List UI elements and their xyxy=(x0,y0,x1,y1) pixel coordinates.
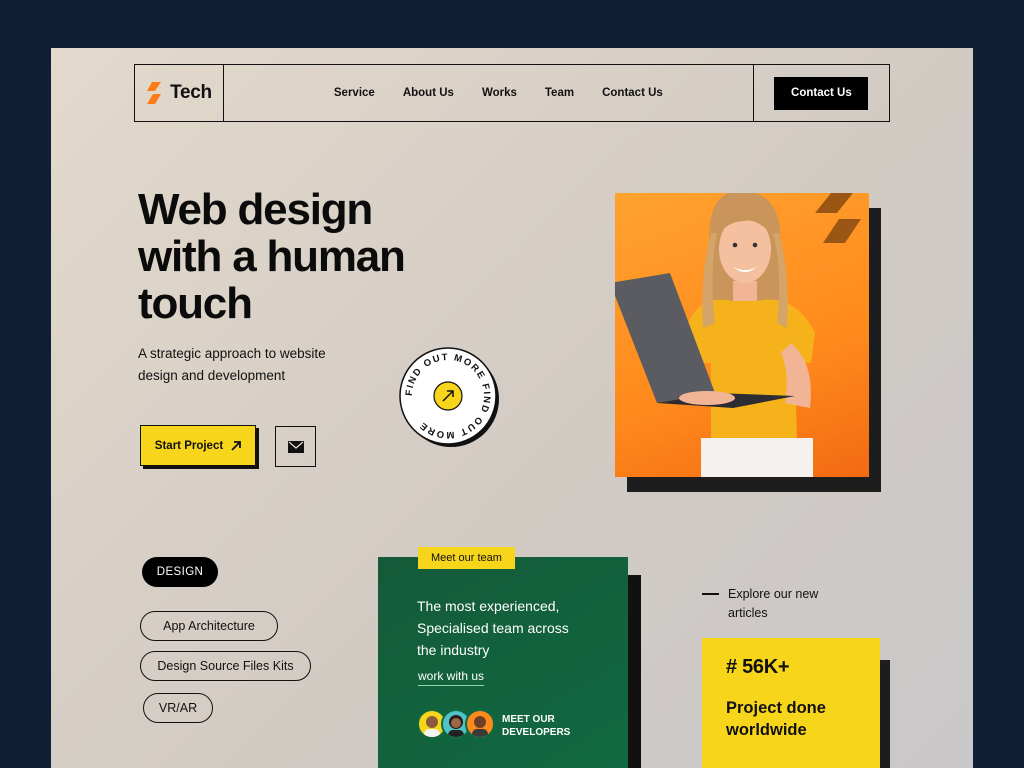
explore-line-2: articles xyxy=(728,606,768,620)
stat-number: # 56K+ xyxy=(726,656,790,678)
explore-line-1: Explore our new xyxy=(728,587,819,601)
tag-app-architecture[interactable]: App Architecture xyxy=(140,611,278,641)
explore-divider xyxy=(702,593,719,595)
developers-line-1: MEET OUR xyxy=(502,714,555,725)
tag-design[interactable]: DESIGN xyxy=(142,557,218,587)
nav-link-about-us[interactable]: About Us xyxy=(403,87,454,99)
explore-articles-link[interactable]: Explore our new articles xyxy=(728,585,838,623)
hero-title: Web design with a human touch xyxy=(138,185,406,328)
team-description: The most experienced, Specialised team a… xyxy=(417,598,569,658)
brand-logo[interactable]: Tech xyxy=(135,65,224,121)
developer-avatars xyxy=(417,709,495,739)
meet-our-team-label: Meet our team xyxy=(418,547,515,569)
nav-link-contact-us[interactable]: Contact Us xyxy=(602,87,663,99)
nav-links: Service About Us Works Team Contact Us xyxy=(224,65,753,121)
brand-name: Tech xyxy=(170,82,212,103)
avatar xyxy=(465,709,495,739)
landing-page: Tech Service About Us Works Team Contact… xyxy=(51,48,973,768)
start-project-label: Start Project xyxy=(154,439,224,452)
start-project-button[interactable]: Start Project xyxy=(140,425,256,466)
nav-link-works[interactable]: Works xyxy=(482,87,517,99)
email-button[interactable] xyxy=(275,426,316,467)
arrow-up-right-icon xyxy=(231,440,242,451)
nav-link-team[interactable]: Team xyxy=(545,87,574,99)
bolt-logo-icon xyxy=(147,82,162,104)
nav-link-service[interactable]: Service xyxy=(334,87,375,99)
nav-cta-cell: Contact Us xyxy=(752,65,889,121)
top-navbar: Tech Service About Us Works Team Contact… xyxy=(134,64,890,122)
envelope-icon xyxy=(287,440,304,453)
hero-subtitle: A strategic approach to website design a… xyxy=(138,346,326,383)
tag-design-source-files[interactable]: Design Source Files Kits xyxy=(140,651,311,681)
developers-line-2: DEVELOPERS xyxy=(502,727,571,738)
meet-developers-link[interactable]: MEET OUR DEVELOPERS xyxy=(502,713,570,739)
find-out-more-badge[interactable]: FIND OUT MORE FIND OUT MORE xyxy=(396,344,500,448)
contact-us-button[interactable]: Contact Us xyxy=(774,76,869,110)
stat-description: Project done worldwide xyxy=(726,699,826,739)
tag-vr-ar[interactable]: VR/AR xyxy=(143,693,213,723)
stripes-decoration-icon xyxy=(815,193,861,243)
work-with-us-link[interactable]: work with us xyxy=(418,669,485,686)
